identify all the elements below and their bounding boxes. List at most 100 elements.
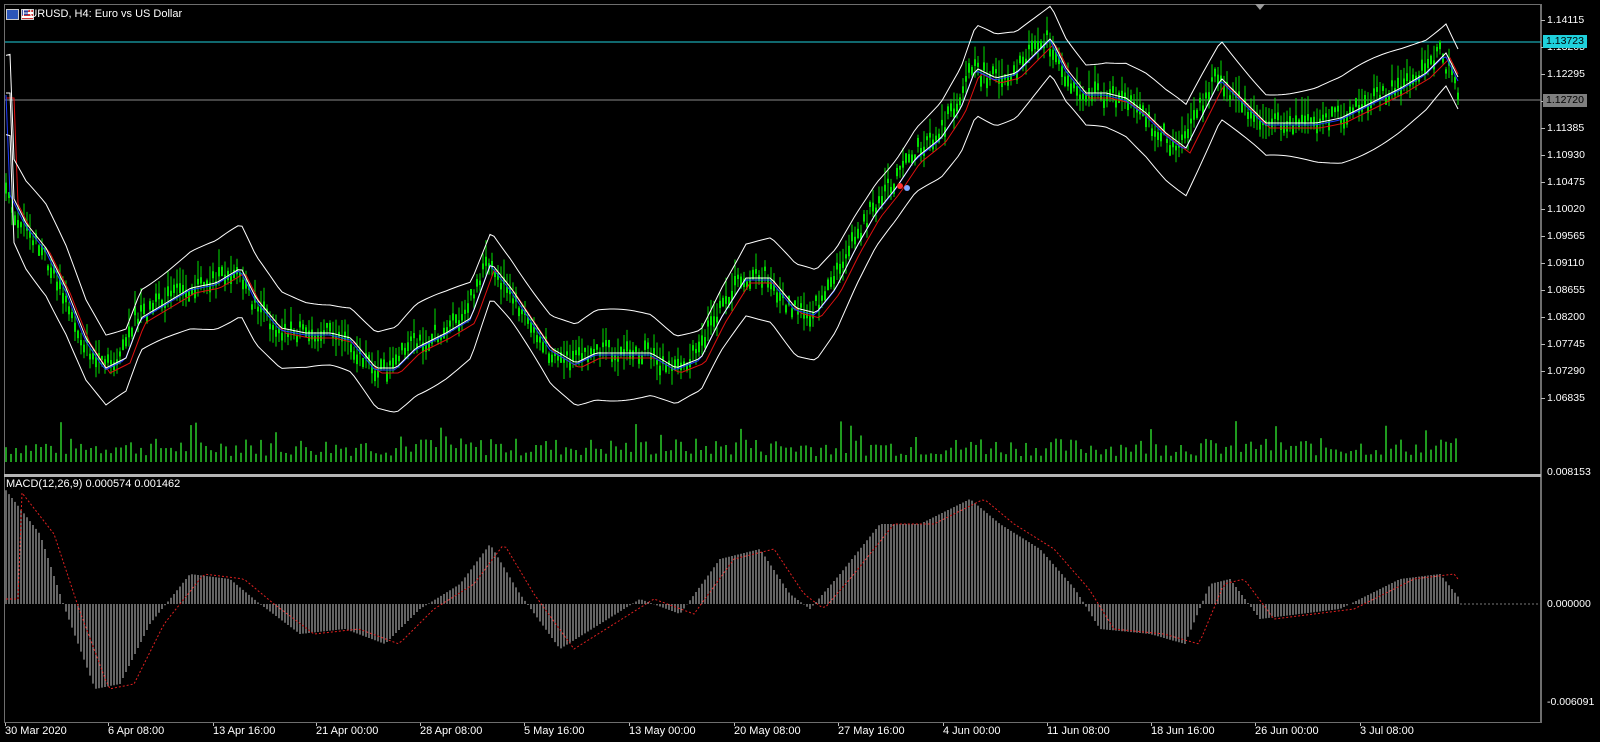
candle-body <box>995 69 997 74</box>
candle-body <box>710 316 712 326</box>
candle-body <box>1295 115 1297 126</box>
price-tick <box>1541 20 1545 21</box>
candle-body <box>551 354 553 363</box>
candle-body <box>461 314 463 321</box>
candle-body <box>1079 94 1081 101</box>
candle-body <box>1097 83 1099 91</box>
candle-body <box>281 332 283 341</box>
candle-body <box>896 167 898 177</box>
candle-body <box>1019 55 1021 64</box>
candle-body <box>398 355 400 362</box>
candle-body <box>704 337 706 348</box>
candle-body <box>620 346 622 355</box>
candle-body <box>155 293 157 302</box>
candle-body <box>974 59 976 66</box>
trade-arrow-icon <box>904 185 910 191</box>
candle-body <box>977 62 979 67</box>
candle-body <box>809 315 811 327</box>
candle-body <box>464 309 466 314</box>
candle-body <box>482 263 484 270</box>
candle-body <box>566 351 568 356</box>
time-label: 6 Apr 08:00 <box>108 725 165 737</box>
candle-body <box>212 271 214 279</box>
price-label: 1.09110 <box>1547 257 1585 269</box>
chart-canvas[interactable] <box>0 0 1600 742</box>
candle-body <box>1052 49 1054 60</box>
candle-body <box>290 321 292 331</box>
candle-body <box>956 103 958 112</box>
candle-body <box>839 263 841 274</box>
candle-body <box>1355 98 1357 107</box>
candle-body <box>1439 41 1441 50</box>
candle-body <box>962 86 964 93</box>
candle-body <box>1274 113 1276 119</box>
candle-body <box>1397 77 1399 88</box>
candle-body <box>605 340 607 347</box>
candle-body <box>1337 105 1339 112</box>
candle-body <box>1199 97 1201 103</box>
time-label: 30 Mar 2020 <box>5 725 67 737</box>
candle-body <box>713 316 715 327</box>
candle-body <box>701 335 703 346</box>
price-label: 1.11385 <box>1547 122 1585 134</box>
price-label: 1.10475 <box>1547 176 1585 188</box>
candle-body <box>644 340 646 350</box>
candle-body <box>959 97 961 106</box>
candle-body <box>986 77 988 89</box>
candle-body <box>905 153 907 163</box>
candle-body <box>434 324 436 330</box>
candle-body <box>125 337 127 347</box>
candle-body <box>1334 107 1336 113</box>
candle-body <box>638 354 640 364</box>
candle-body <box>449 320 451 327</box>
candle-body <box>794 300 796 306</box>
candle-body <box>800 303 802 308</box>
candle-body <box>389 360 391 366</box>
candle-body <box>617 356 619 362</box>
candle-body <box>1193 110 1195 120</box>
candle-body <box>965 76 967 82</box>
candle-body <box>1331 106 1333 117</box>
time-label: 28 Apr 08:00 <box>420 725 483 737</box>
candle-body <box>674 359 676 370</box>
candle-body <box>1349 106 1351 114</box>
candle-body <box>1064 76 1066 87</box>
candle-body <box>1145 116 1147 128</box>
price-tick <box>1541 398 1545 399</box>
candle-body <box>17 220 19 228</box>
candle-body <box>1436 46 1438 52</box>
candle-body <box>1028 44 1030 50</box>
fast-moving-average <box>5 39 1459 371</box>
candle-body <box>1103 98 1105 108</box>
candle-body <box>1127 99 1129 111</box>
candle-body <box>1121 90 1123 100</box>
candle-body <box>329 322 331 332</box>
bollinger-middle-band <box>6 38 1459 369</box>
slow-moving-average <box>6 43 1459 374</box>
candle-body <box>158 293 160 300</box>
candle-body <box>500 282 502 290</box>
candle-body <box>521 309 523 315</box>
candle-body <box>1061 66 1063 78</box>
candle-body <box>1304 115 1306 126</box>
candle-body <box>413 333 415 339</box>
price-tick <box>1541 317 1545 318</box>
candle-body <box>1076 86 1078 96</box>
candle-body <box>890 186 892 193</box>
candle-body <box>911 154 913 164</box>
candle-body <box>1181 134 1183 141</box>
candle-body <box>980 75 982 87</box>
candle-body <box>716 316 718 323</box>
chart-window[interactable]: EURUSD, H4: Euro vs US Dollar MACD(12,26… <box>0 0 1600 742</box>
candle-body <box>128 326 130 338</box>
price-tick <box>1541 263 1545 264</box>
price-tick <box>1541 155 1545 156</box>
candle-body <box>38 245 40 256</box>
candle-body <box>470 288 472 296</box>
candle-body <box>1229 95 1231 101</box>
candle-body <box>902 160 904 168</box>
candle-body <box>878 196 880 204</box>
candle-body <box>1112 86 1114 93</box>
candle-body <box>830 277 832 287</box>
support-price-tag: 1.12720 <box>1543 94 1587 107</box>
